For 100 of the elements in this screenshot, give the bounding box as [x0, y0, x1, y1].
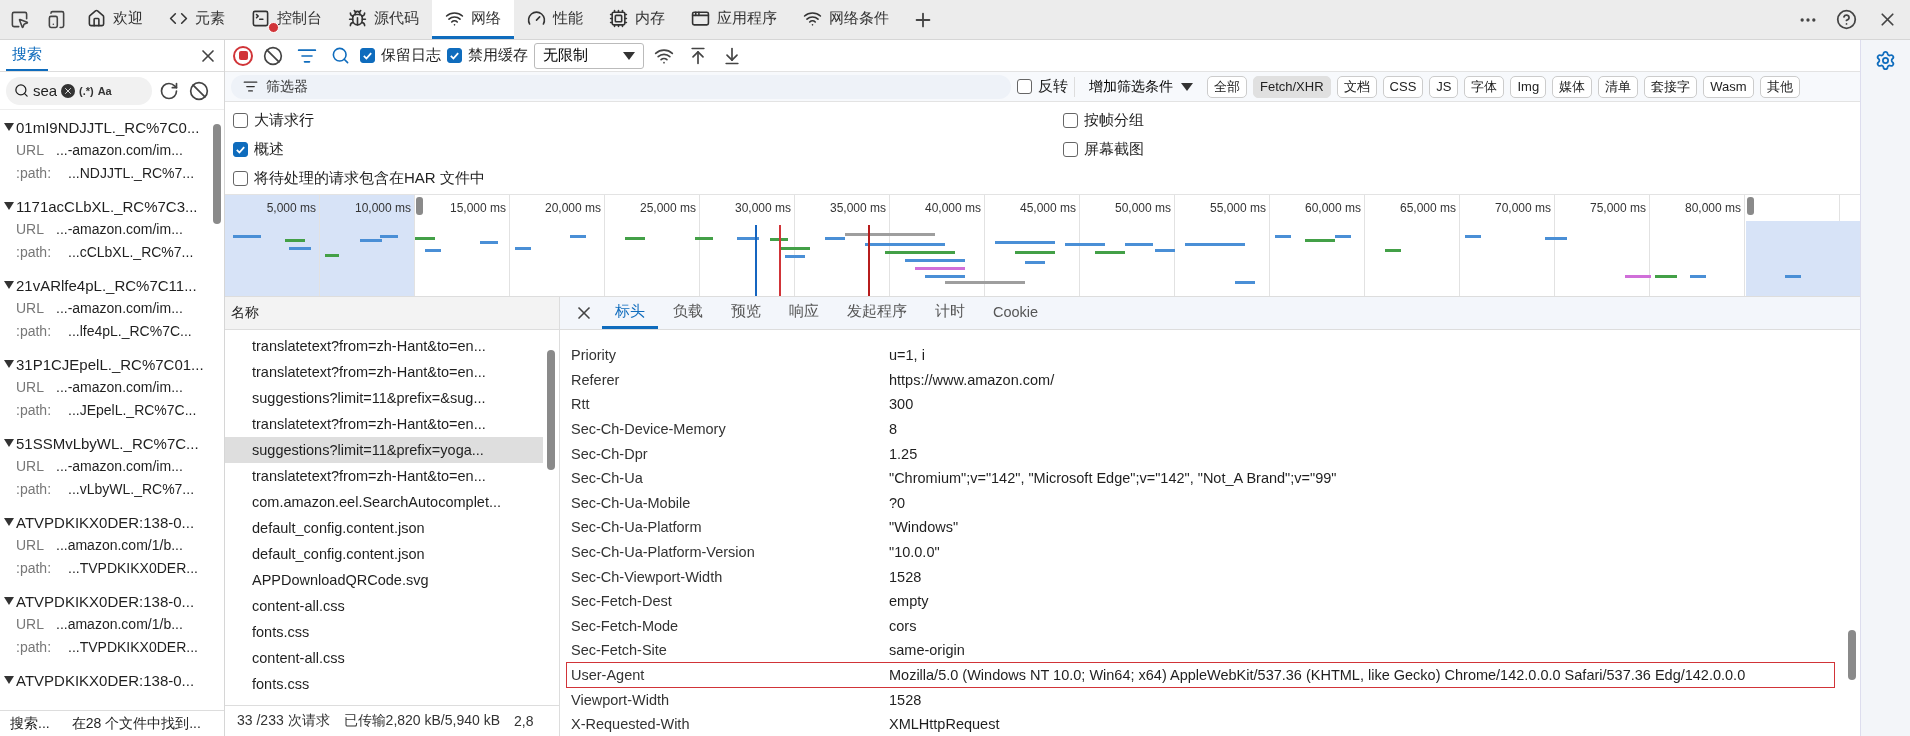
result-file[interactable]: ATVPDKIKX0DER:138-0...: [16, 671, 195, 689]
type-filter-chip[interactable]: 清单: [1598, 75, 1639, 98]
checkbox[interactable]: [360, 48, 375, 63]
request-row[interactable]: com.amazon.eel.SearchAutocomplet...: [225, 489, 543, 515]
request-row[interactable]: suggestions?limit=11&prefix=yoga...: [225, 437, 543, 463]
result-match[interactable]: ...lfe4pL._RC%7C...: [68, 322, 192, 339]
result-file[interactable]: ATVPDKIKX0DER:138-0...: [16, 513, 195, 531]
type-filter-chip[interactable]: Wasm: [1703, 75, 1754, 98]
result-match[interactable]: ...-amazon.com/im...: [56, 220, 183, 237]
detail-tab[interactable]: 负载: [660, 297, 716, 329]
record-button[interactable]: [233, 45, 253, 66]
checkbox[interactable]: [233, 171, 248, 186]
result-file[interactable]: ATVPDKIKX0DER:138-0...: [16, 592, 195, 610]
result-match[interactable]: ...-amazon.com/im...: [56, 299, 183, 316]
type-filter-chip[interactable]: 全部: [1207, 75, 1247, 98]
panel-tab[interactable]: 欢迎: [74, 0, 156, 39]
scrollbar-thumb[interactable]: [213, 124, 221, 224]
result-match[interactable]: ...cCLbXL._RC%7...: [68, 243, 194, 260]
result-file[interactable]: 1171acCLbXL._RC%7C3...: [16, 197, 198, 215]
expand-icon[interactable]: [4, 281, 14, 289]
checkbox[interactable]: [1063, 142, 1078, 157]
expand-icon[interactable]: [4, 518, 14, 526]
checkbox-label: 概述: [254, 140, 284, 159]
detail-tab[interactable]: 预览: [718, 297, 774, 329]
type-filter-chip[interactable]: 媒体: [1552, 75, 1593, 98]
request-row[interactable]: translatetext?from=zh-Hant&to=en...: [225, 463, 543, 489]
checkbox[interactable]: [1017, 79, 1032, 94]
column-header[interactable]: 名称: [225, 297, 559, 330]
detail-tab[interactable]: Cookie: [980, 297, 1052, 329]
type-filter-chip[interactable]: 文档: [1336, 75, 1377, 98]
case-toggle[interactable]: Aa: [97, 84, 112, 97]
expand-icon[interactable]: [4, 123, 14, 131]
result-file[interactable]: 21vARlfe4pL._RC%7C11...: [16, 276, 197, 294]
result-match[interactable]: ...JEpelL._RC%7C...: [68, 401, 197, 418]
detail-tab[interactable]: 发起程序: [834, 297, 920, 329]
request-row[interactable]: translatetext?from=zh-Hant&to=en...: [225, 359, 543, 385]
detail-tab[interactable]: 计时: [922, 297, 978, 329]
result-file[interactable]: 31P1CJEpelL._RC%7C01...: [16, 355, 204, 373]
header-name: Sec-Fetch-Mode: [571, 617, 680, 634]
request-row[interactable]: content-all.css: [225, 645, 543, 671]
result-match[interactable]: ...TVPDKIKX0DER...: [68, 638, 198, 655]
panel-tab[interactable]: 网络条件: [790, 0, 902, 39]
result-match[interactable]: ...-amazon.com/im...: [56, 378, 183, 395]
type-filter-chip[interactable]: 字体: [1464, 75, 1505, 98]
type-filter-chip[interactable]: CSS: [1382, 75, 1424, 98]
scrollbar-thumb[interactable]: [1848, 630, 1856, 680]
result-match[interactable]: ...vLbyWL._RC%7...: [68, 480, 195, 497]
expand-icon[interactable]: [4, 202, 14, 210]
panel-tab[interactable]: 网络: [432, 0, 514, 39]
panel-tab[interactable]: 源代码: [335, 0, 432, 39]
time-tick: 65,000 ms: [1399, 201, 1456, 217]
request-row[interactable]: default_config.content.json: [225, 515, 543, 541]
clear-icon[interactable]: [61, 83, 75, 98]
panel-tab[interactable]: 元素: [156, 0, 238, 39]
checkbox[interactable]: [1063, 113, 1078, 128]
panel-tab[interactable]: 应用程序: [678, 0, 790, 39]
request-row[interactable]: fonts.css: [225, 619, 543, 645]
request-row[interactable]: suggestions?limit=11&prefix=&sug...: [225, 385, 543, 411]
expand-icon[interactable]: [4, 439, 14, 447]
search-field[interactable]: sea (.*) Aa: [6, 76, 152, 105]
result-match[interactable]: ...-amazon.com/im...: [56, 141, 183, 158]
result-file[interactable]: 51SSMvLbyWL._RC%7C...: [16, 434, 199, 452]
checkmark-icon: [362, 50, 373, 61]
request-row[interactable]: default_config.content.json: [225, 541, 543, 567]
expand-icon[interactable]: [4, 597, 14, 605]
result-match[interactable]: ...amazon.com/1/b...: [56, 615, 183, 632]
regex-toggle[interactable]: (.*): [79, 84, 94, 97]
request-row[interactable]: fonts.css: [225, 671, 543, 697]
panel-tab[interactable]: 控制台: [238, 0, 335, 39]
type-filter-chip[interactable]: 套接字: [1644, 75, 1698, 98]
request-row[interactable]: translatetext?from=zh-Hant&to=en...: [225, 411, 543, 437]
type-filter-chip[interactable]: Img: [1510, 75, 1547, 98]
request-row[interactable]: translatetext?from=zh-Hant&to=en...: [225, 333, 543, 359]
range-handle[interactable]: [1747, 197, 1754, 215]
panel-tab[interactable]: 内存: [596, 0, 678, 39]
type-filter-chip[interactable]: Fetch/XHR: [1253, 75, 1331, 98]
filter-field[interactable]: 筛选器: [231, 74, 1011, 99]
result-match[interactable]: ...-amazon.com/im...: [56, 457, 183, 474]
expand-icon[interactable]: [4, 676, 14, 684]
result-match[interactable]: ...NDJJTL._RC%7...: [68, 164, 195, 181]
search-tab[interactable]: 搜索: [6, 45, 48, 71]
range-handle[interactable]: [416, 197, 423, 215]
request-row[interactable]: content-all.css: [225, 593, 543, 619]
header-value: 300: [889, 396, 915, 413]
result-file[interactable]: 01mI9NDJJTL._RC%7C0...: [16, 118, 200, 136]
checkbox[interactable]: [233, 142, 248, 157]
detail-tab[interactable]: 响应: [776, 297, 832, 329]
detail-tab[interactable]: 标头: [602, 297, 658, 329]
throttling-dropdown[interactable]: 无限制: [534, 42, 644, 69]
scrollbar-thumb[interactable]: [547, 350, 555, 470]
checkbox[interactable]: [233, 113, 248, 128]
checkbox[interactable]: [447, 48, 462, 63]
add-filter-dropdown[interactable]: 增加筛选条件: [1081, 77, 1201, 96]
result-match[interactable]: ...TVPDKIKX0DER...: [68, 559, 198, 576]
type-filter-chip[interactable]: 其他: [1759, 75, 1800, 98]
type-filter-chip[interactable]: JS: [1429, 75, 1459, 98]
request-row[interactable]: APPDownloadQRCode.svg: [225, 567, 543, 593]
panel-tab[interactable]: 性能: [514, 0, 596, 39]
expand-icon[interactable]: [4, 360, 14, 368]
result-match[interactable]: ...amazon.com/1/b...: [56, 536, 183, 553]
